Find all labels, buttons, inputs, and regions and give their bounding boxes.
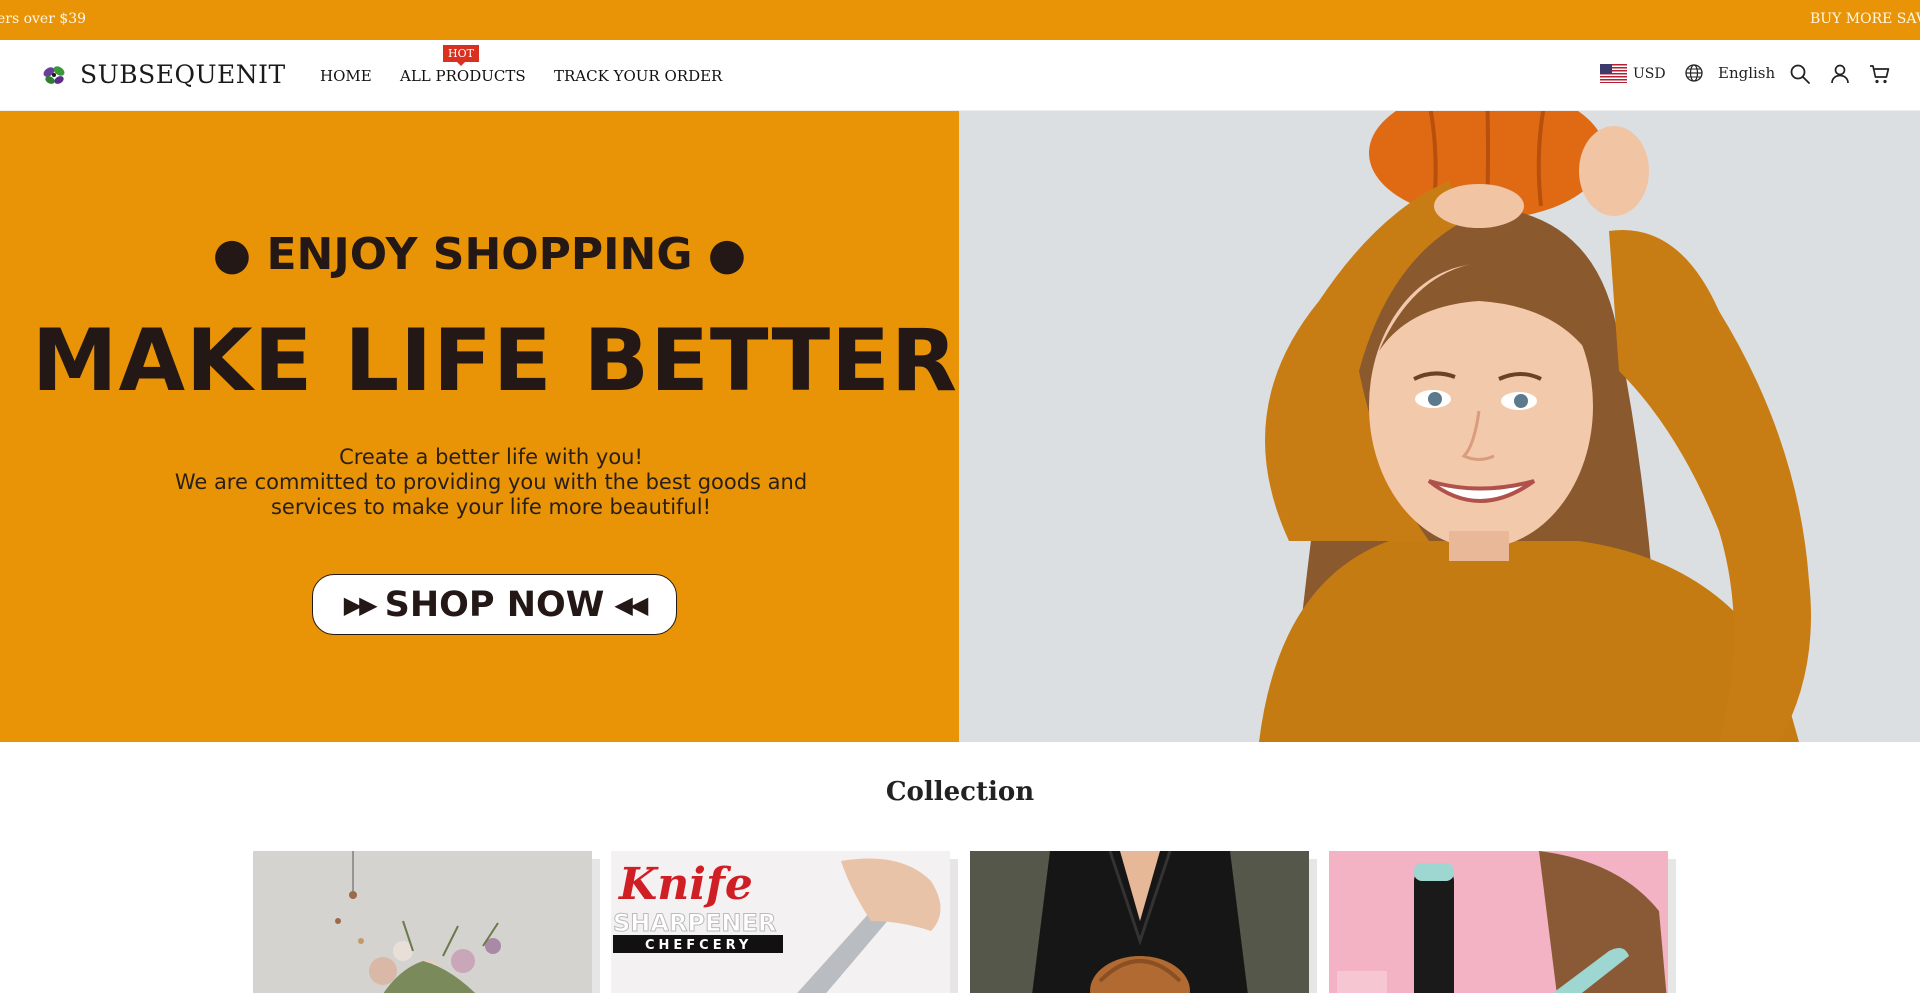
hero-subtext-line: Create a better life with you! bbox=[339, 445, 643, 469]
announcement-text: ders over $39 bbox=[0, 11, 87, 27]
announcement-bar: ders over $39 BUY MORE SAV bbox=[0, 0, 1920, 40]
brand-name: SUBSEQUENIT bbox=[80, 60, 286, 89]
collection-card-bag[interactable] bbox=[970, 851, 1309, 993]
chefcery-text: CHEFCERY bbox=[645, 938, 752, 953]
site-header: SUBSEQUENIT HOME ALL PRODUCTS HOT TRACK … bbox=[0, 40, 1920, 111]
collection-card-flowers[interactable] bbox=[253, 851, 592, 993]
nav-track-order[interactable]: TRACK YOUR ORDER bbox=[554, 67, 722, 85]
search-icon[interactable] bbox=[1788, 62, 1812, 86]
shop-now-button[interactable]: ▶▶ SHOP NOW ◀◀ bbox=[312, 574, 677, 635]
currency-selector[interactable]: USD bbox=[1600, 64, 1666, 83]
hero-image bbox=[959, 111, 1920, 742]
language-selector[interactable]: English bbox=[1684, 63, 1775, 83]
nav-all-products[interactable]: ALL PRODUCTS bbox=[400, 67, 526, 85]
collection-card-hair-brush[interactable] bbox=[1329, 851, 1668, 993]
hero-banner: ● ENJOY SHOPPING ● MAKE LIFE BETTER Crea… bbox=[0, 111, 1920, 742]
arrows-left-icon: ◀◀ bbox=[614, 590, 648, 619]
user-icon[interactable] bbox=[1828, 62, 1852, 86]
announcement-text-promo: BUY MORE SAV bbox=[1810, 11, 1920, 27]
knife-sharpener-image: Knife SHARPENER CHEFCERY bbox=[611, 851, 950, 993]
hero-eyebrow: ● ENJOY SHOPPING ● bbox=[212, 229, 747, 280]
leaf-logo-icon bbox=[43, 65, 65, 84]
hero-text-panel: ● ENJOY SHOPPING ● MAKE LIFE BETTER Crea… bbox=[0, 111, 959, 742]
collection-title: Collection bbox=[885, 777, 1035, 807]
bag-image bbox=[970, 851, 1309, 993]
hot-badge: HOT bbox=[443, 45, 479, 66]
shop-now-label: SHOP NOW bbox=[384, 584, 605, 625]
knife-text: Knife bbox=[617, 859, 753, 910]
hero-subtext-line: We are committed to providing you with t… bbox=[174, 470, 808, 494]
cart-icon[interactable] bbox=[1868, 62, 1892, 86]
hero-subtext: Create a better life with you! We are co… bbox=[0, 445, 982, 520]
hero-headline: MAKE LIFE BETTER bbox=[31, 311, 959, 411]
us-flag-icon bbox=[1600, 64, 1627, 83]
woman-with-pumpkin-image bbox=[959, 111, 1920, 742]
sharpener-text: SHARPENER bbox=[613, 909, 776, 937]
currency-label: USD bbox=[1633, 65, 1666, 82]
collection-card-knife-sharpener[interactable]: Knife SHARPENER CHEFCERY bbox=[611, 851, 950, 993]
nav-home[interactable]: HOME bbox=[320, 67, 372, 85]
hero-subtext-line: services to make your life more beautifu… bbox=[270, 495, 711, 519]
hair-brush-image bbox=[1329, 851, 1668, 993]
flowers-image bbox=[253, 851, 592, 993]
globe-icon bbox=[1685, 64, 1703, 82]
language-label: English bbox=[1718, 64, 1776, 82]
brand-logo[interactable]: SUBSEQUENIT bbox=[40, 60, 286, 89]
arrows-right-icon: ▶▶ bbox=[343, 590, 378, 619]
